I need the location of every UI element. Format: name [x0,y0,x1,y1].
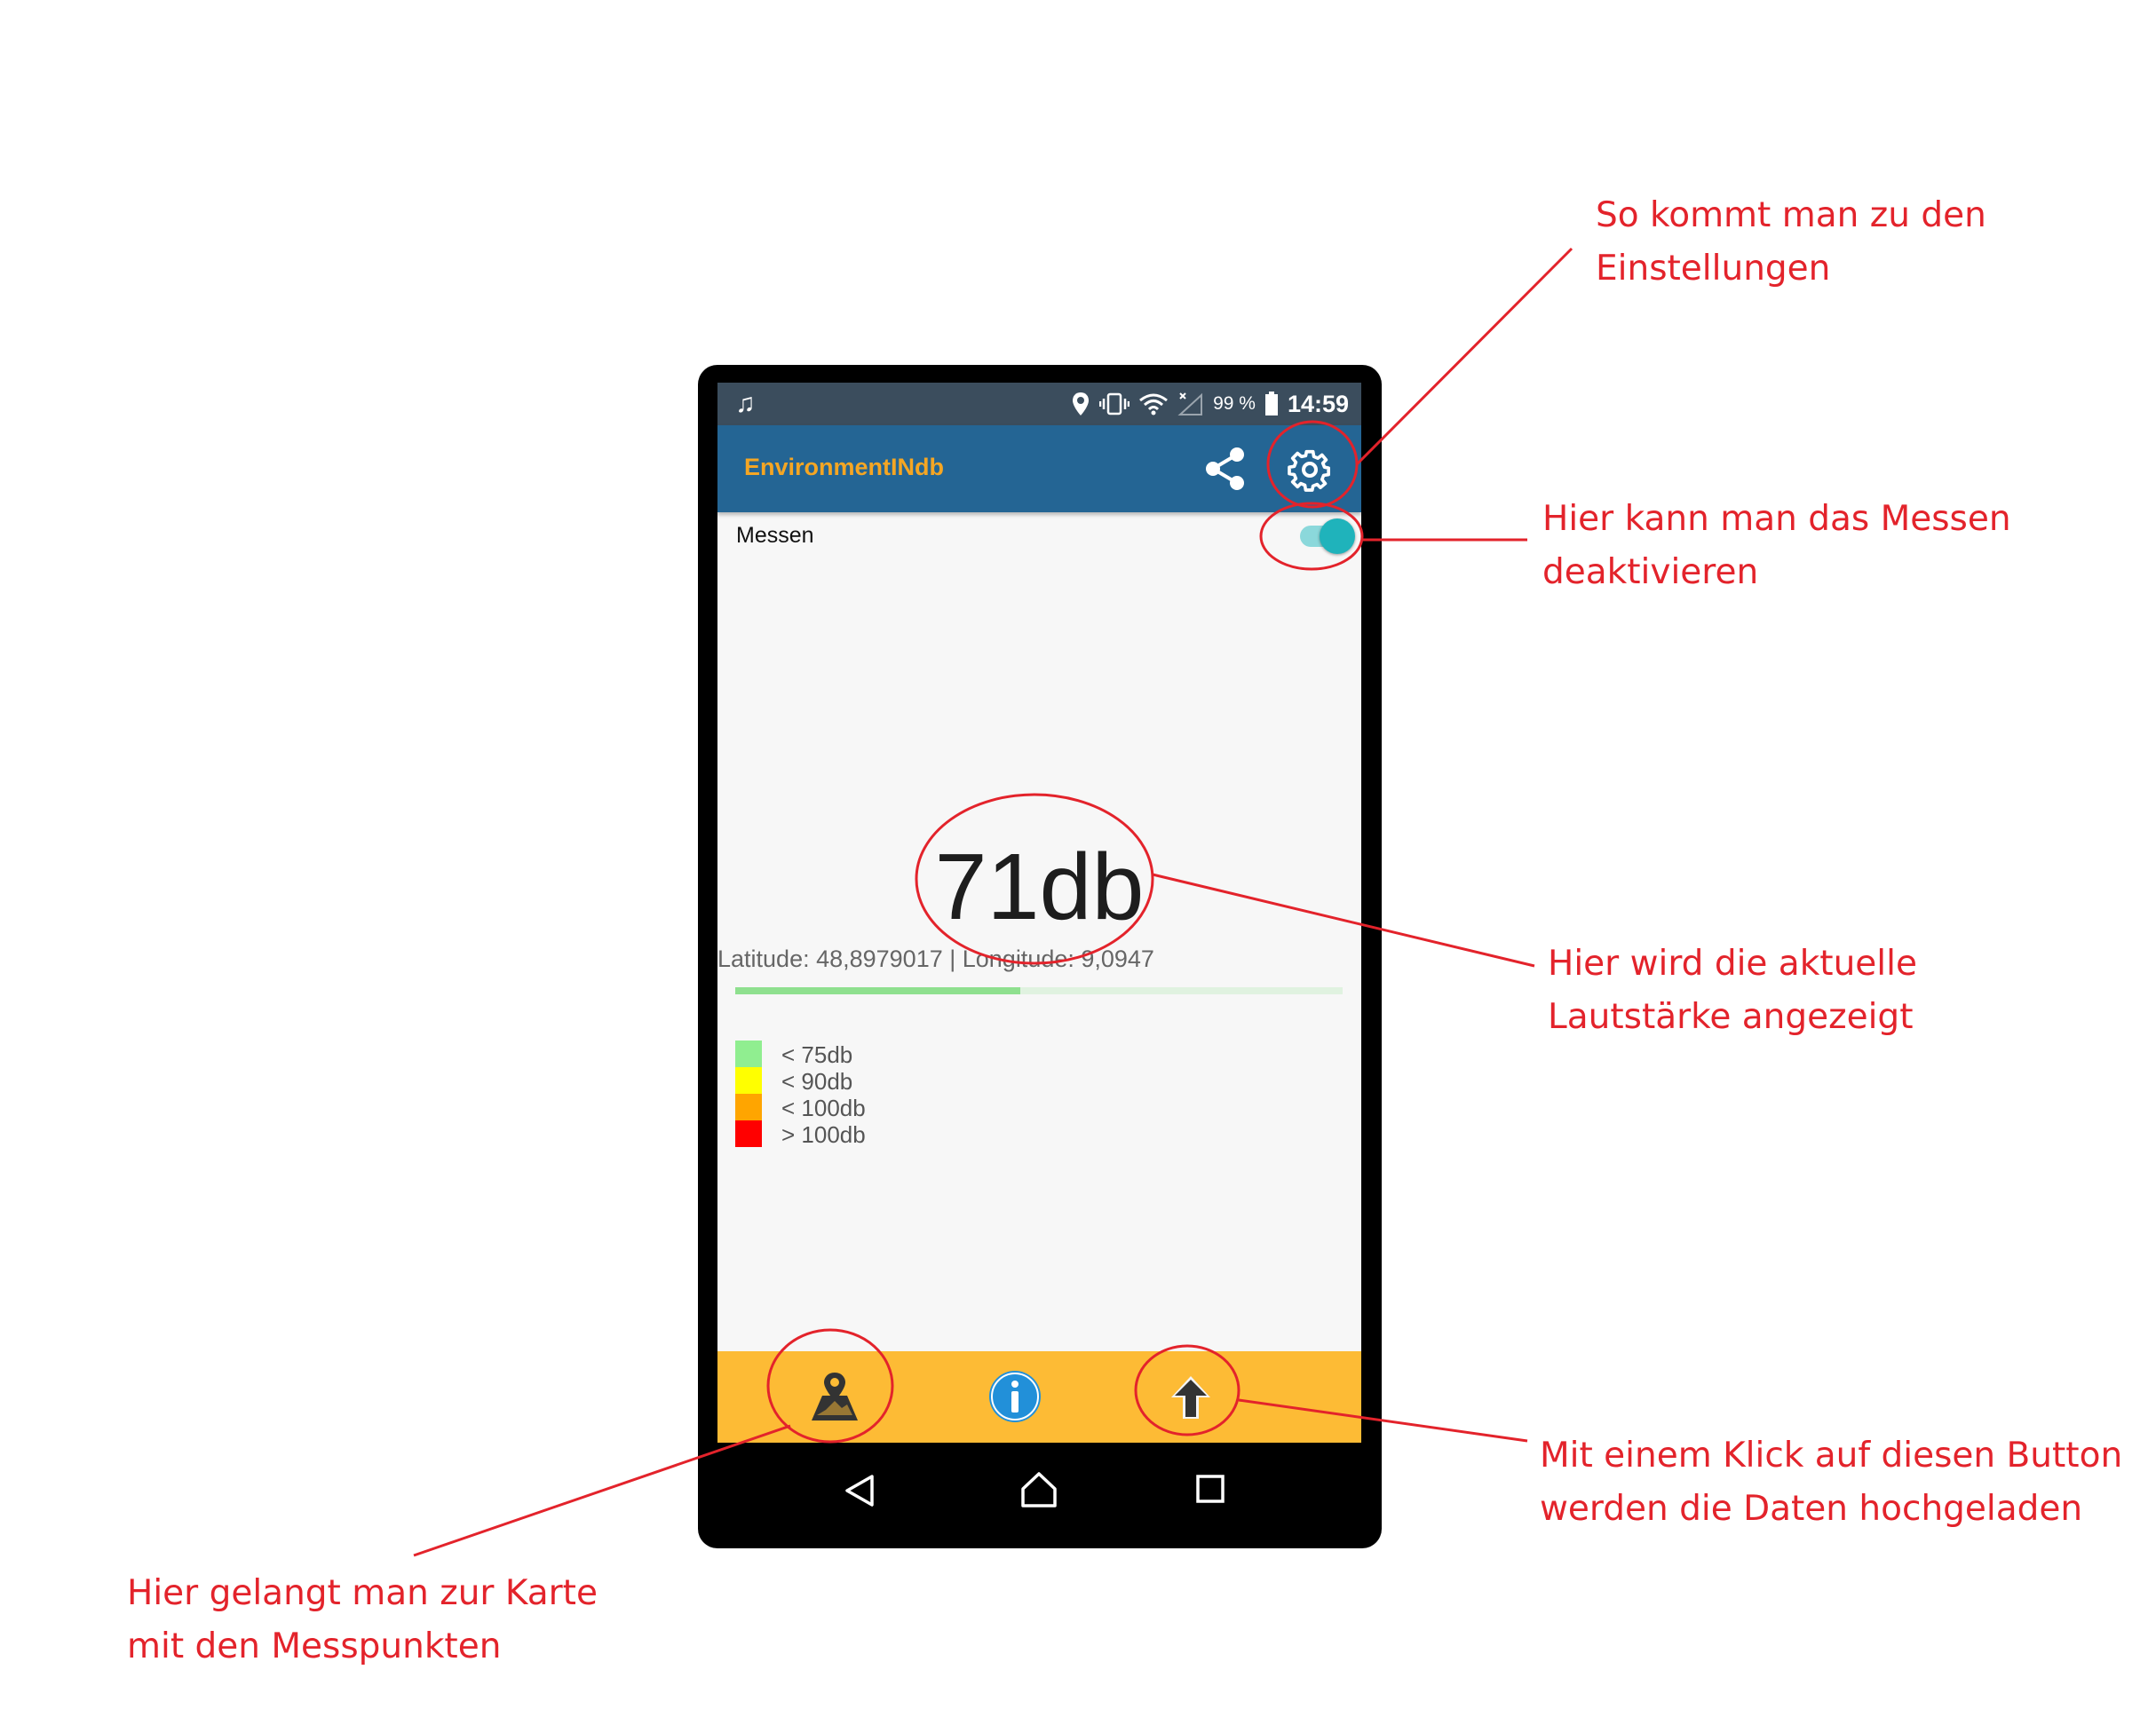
level-progress-bar [735,987,1343,994]
annotation-value: Hier wird die aktuelle Lautstärke angeze… [1548,938,1917,1044]
db-value: 71db [934,835,1145,939]
legend-label: < 100db [781,1095,866,1121]
app-screen: ♫ 99 % 14:59 EnvironmentINdb Messen 71db… [717,383,1361,1443]
annotation-line: So kommt man zu den [1596,195,1986,235]
legend-swatch [735,1094,762,1120]
map-marker-icon[interactable] [806,1369,863,1426]
annotation-toggle: Hier kann man das Messen deaktivieren [1542,493,2011,599]
legend-swatch [735,1041,762,1067]
annotation-line: Hier wird die aktuelle [1548,944,1917,984]
legend-swatch [735,1120,762,1147]
coordinates-text: Latitude: 48,8979017 | Longitude: 9,0947 [717,946,1154,972]
annotation-map: Hier gelangt man zur Karte mit den Messp… [127,1567,598,1674]
status-bar: ♫ 99 % 14:59 [717,383,1361,425]
music-note-icon: ♫ [735,389,756,418]
annotation-line: mit den Messpunkten [127,1626,502,1666]
measure-toggle[interactable] [1295,517,1355,556]
location-pin-icon [1073,392,1090,415]
wifi-icon [1139,393,1168,415]
annotation-line: deaktivieren [1542,552,1759,592]
share-icon[interactable] [1200,443,1251,495]
battery-icon [1264,392,1278,415]
settings-leader-line [1355,247,1573,466]
annotation-line: Hier gelangt man zur Karte [127,1573,598,1613]
annotation-line: Mit einem Klick auf diesen Button [1540,1436,2123,1476]
battery-percent: 99 % [1213,393,1256,414]
legend-swatch [735,1067,762,1094]
vibrate-icon [1099,392,1130,415]
annotation-upload: Mit einem Klick auf diesen Button werden… [1540,1429,2122,1536]
home-icon[interactable] [1019,1471,1058,1508]
annotation-line: Hier kann man das Messen [1542,499,2011,539]
android-nav-bar [717,1443,1361,1534]
toggle-thumb [1320,518,1355,554]
level-progress-fill [735,987,1021,994]
app-title: EnvironmentINdb [744,454,945,480]
gear-icon[interactable] [1283,443,1336,496]
bottom-action-bar [717,1351,1361,1443]
status-time: 14:59 [1287,390,1349,417]
annotation-settings: So kommt man zu den Einstellungen [1596,189,1986,296]
back-icon[interactable] [844,1474,876,1507]
annotation-line: Einstellungen [1596,249,1831,289]
info-icon[interactable] [987,1369,1042,1424]
legend-label: > 100db [781,1121,866,1148]
no-signal-icon [1177,392,1203,415]
legend-label: < 90db [781,1068,853,1095]
annotation-line: Lautstärke angezeigt [1548,997,1914,1037]
recents-icon[interactable] [1195,1474,1225,1504]
legend-label: < 75db [781,1041,853,1068]
measure-label: Messen [736,523,814,548]
app-bar: EnvironmentINdb [717,425,1361,512]
upload-arrow-icon[interactable] [1166,1373,1216,1422]
annotation-line: werden die Daten hochgeladen [1540,1489,2083,1529]
